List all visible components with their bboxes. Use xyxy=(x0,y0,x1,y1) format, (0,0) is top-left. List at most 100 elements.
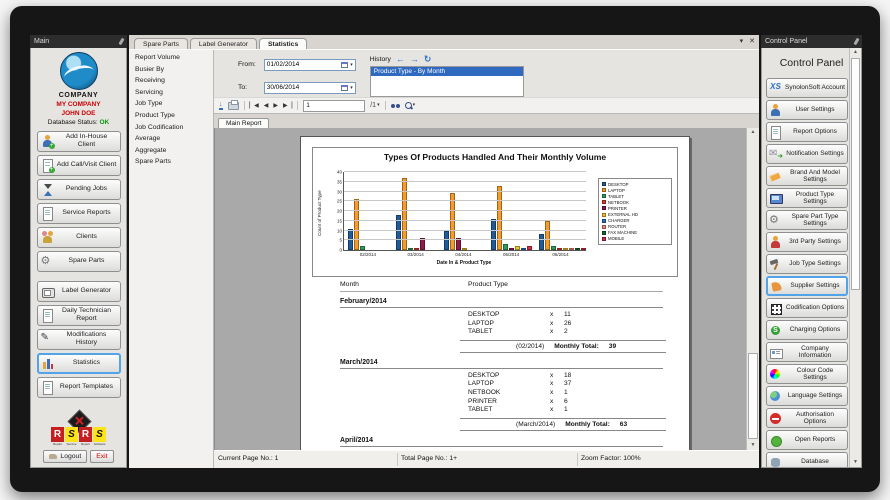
tab-close-icon[interactable]: ✕ xyxy=(749,37,755,46)
chevron-down-icon[interactable]: ▾ xyxy=(350,62,353,68)
history-back-icon[interactable]: ← xyxy=(396,55,405,64)
preview-scrollbar[interactable]: ▲ ▼ xyxy=(746,128,759,450)
scrollbar-thumb[interactable] xyxy=(851,58,860,290)
pin-icon[interactable] xyxy=(118,38,124,46)
daily-technician-report-button[interactable]: Daily Technician Report xyxy=(37,305,121,326)
stats-menu-item-product-type[interactable]: Product Type xyxy=(135,112,213,119)
colour-code-settings-button[interactable]: Colour Code Settings xyxy=(766,364,848,384)
add-in-house-client-label: Add In-House Client xyxy=(57,133,117,149)
scroll-down-icon[interactable]: ▼ xyxy=(850,458,861,467)
user-settings-button[interactable]: User Settings xyxy=(766,100,848,120)
charging-options-button[interactable]: SCharging Options xyxy=(766,320,848,340)
chevron-down-icon[interactable]: ▾ xyxy=(350,85,353,91)
green-dot-icon xyxy=(769,434,782,447)
tab-spare-parts[interactable]: Spare Parts xyxy=(134,38,188,49)
control-panel-scrollbar[interactable]: ▲ ▼ xyxy=(849,48,861,467)
next-page-button[interactable]: ▶ xyxy=(273,103,278,109)
brand-and-model-settings-button[interactable]: Brand And Model Settings xyxy=(766,166,848,186)
tab-statistics[interactable]: Statistics xyxy=(259,38,307,49)
stats-menu-item-busier-by[interactable]: Busier By xyxy=(135,66,213,73)
first-page-button[interactable]: ▏◀ xyxy=(250,103,259,109)
x-tick-label: 06/2014 xyxy=(535,252,586,257)
to-date-input[interactable]: ▾ xyxy=(264,82,356,94)
prev-page-button[interactable]: ◀ xyxy=(264,103,269,109)
legend-swatch xyxy=(602,188,606,192)
job-type-settings-button[interactable]: Job Type Settings xyxy=(766,254,848,274)
report-row: DESKTOPx11 xyxy=(468,311,663,320)
last-page-button[interactable]: ▶▕ xyxy=(283,103,292,109)
codification-options-button[interactable]: Codification Options xyxy=(766,298,848,318)
main-report-tab[interactable]: Main Report xyxy=(218,118,269,128)
product-type-settings-button[interactable]: Product Type Settings xyxy=(766,188,848,208)
service-reports-button[interactable]: Service Reports xyxy=(37,203,121,224)
logout-icon xyxy=(49,454,57,459)
from-date-value[interactable] xyxy=(267,61,341,68)
export-button[interactable]: ↓ xyxy=(219,102,223,110)
stats-menu-item-spare-parts[interactable]: Spare Parts xyxy=(135,158,213,165)
stats-menu-item-average[interactable]: Average xyxy=(135,135,213,142)
pending-jobs-button[interactable]: Pending Jobs xyxy=(37,179,121,200)
chart-bar-laptop xyxy=(497,186,502,250)
logout-button[interactable]: Logout xyxy=(43,450,87,463)
third-party-settings-button[interactable]: 3rd Party Settings xyxy=(766,232,848,252)
report-templates-button[interactable]: Report Templates xyxy=(37,377,121,398)
statistics-label: Statistics xyxy=(57,359,117,367)
tab-label-generator[interactable]: Label Generator xyxy=(190,38,257,49)
authorisation-options-button[interactable]: Authorisation Options xyxy=(766,408,848,428)
database-button[interactable]: Database xyxy=(766,452,848,468)
brand-and-model-settings-label: Brand And Model Settings xyxy=(785,169,845,184)
notification-settings-button[interactable]: ✉➜Notification Settings xyxy=(766,144,848,164)
language-settings-button[interactable]: Language Settings xyxy=(766,386,848,406)
scroll-up-icon[interactable]: ▲ xyxy=(747,128,759,137)
scrollbar-thumb[interactable] xyxy=(748,353,758,439)
calendar-icon[interactable] xyxy=(341,62,348,68)
spare-part-type-settings-button[interactable]: ⚙Spare Part Type Settings xyxy=(766,210,848,230)
modifications-history-button[interactable]: ✎Modifications History xyxy=(37,329,121,350)
calendar-icon[interactable] xyxy=(341,85,348,91)
find-button[interactable] xyxy=(391,104,400,108)
company-information-label: Company Information xyxy=(785,345,845,360)
dollar-coin-icon: S xyxy=(769,324,782,337)
clients-button[interactable]: Clients xyxy=(37,227,121,248)
stats-menu-item-job-type[interactable]: Job Type xyxy=(135,100,213,107)
print-button[interactable] xyxy=(228,102,239,110)
page-count-dropdown[interactable]: /1▾ xyxy=(370,102,379,109)
history-refresh-icon[interactable]: ↻ xyxy=(424,55,432,64)
pin-icon[interactable] xyxy=(853,38,859,46)
label-generator-button[interactable]: Label Generator xyxy=(37,281,121,302)
x-tick-label: 03/2014 xyxy=(392,252,440,257)
page-number-input[interactable]: 1 xyxy=(303,100,365,112)
history-forward-icon[interactable]: → xyxy=(410,55,419,64)
legend-swatch xyxy=(602,213,606,217)
spare-parts-button[interactable]: ⚙Spare Parts xyxy=(37,251,121,272)
stats-menu-item-report-volume[interactable]: Report Volume xyxy=(135,54,213,61)
stats-menu-item-job-codification[interactable]: Job Codification xyxy=(135,124,213,131)
history-item[interactable]: Product Type - By Month xyxy=(371,67,523,76)
report-product: DESKTOP xyxy=(468,372,550,381)
label-icon xyxy=(41,285,54,298)
synolonsoft-account-button[interactable]: XSSynolonSoft Account xyxy=(766,78,848,98)
statistics-button[interactable]: Statistics xyxy=(37,353,121,374)
add-call-visit-client-button[interactable]: +Add Call/Visit Client xyxy=(37,155,121,176)
total-value: 63 xyxy=(620,421,627,428)
barchart-icon xyxy=(41,357,54,370)
company-information-button[interactable]: Company Information xyxy=(766,342,848,362)
report-qty: 1 xyxy=(564,389,568,398)
zoom-button[interactable]: ▾ xyxy=(405,102,416,109)
history-list[interactable]: Product Type - By Month xyxy=(370,66,524,97)
stats-menu-item-receiving[interactable]: Receiving xyxy=(135,77,213,84)
stats-menu-item-aggregate[interactable]: Aggregate xyxy=(135,147,213,154)
scroll-up-icon[interactable]: ▲ xyxy=(850,48,861,57)
supplier-settings-button[interactable]: Supplier Settings xyxy=(766,276,848,296)
left-nav-buttons: +Add In-House Client +Add Call/Visit Clie… xyxy=(31,128,126,398)
from-date-input[interactable]: ▾ xyxy=(264,59,356,71)
chart-bar-tablet xyxy=(503,244,508,250)
exit-button[interactable]: Exit xyxy=(90,450,113,463)
to-date-value[interactable] xyxy=(267,84,341,91)
tab-dropdown-icon[interactable]: ▾ xyxy=(740,37,744,46)
add-in-house-client-button[interactable]: +Add In-House Client xyxy=(37,131,121,152)
open-reports-button[interactable]: Open Reports xyxy=(766,430,848,450)
report-options-button[interactable]: Report Options xyxy=(766,122,848,142)
scroll-down-icon[interactable]: ▼ xyxy=(747,441,759,450)
stats-menu-item-servicing[interactable]: Servicing xyxy=(135,89,213,96)
